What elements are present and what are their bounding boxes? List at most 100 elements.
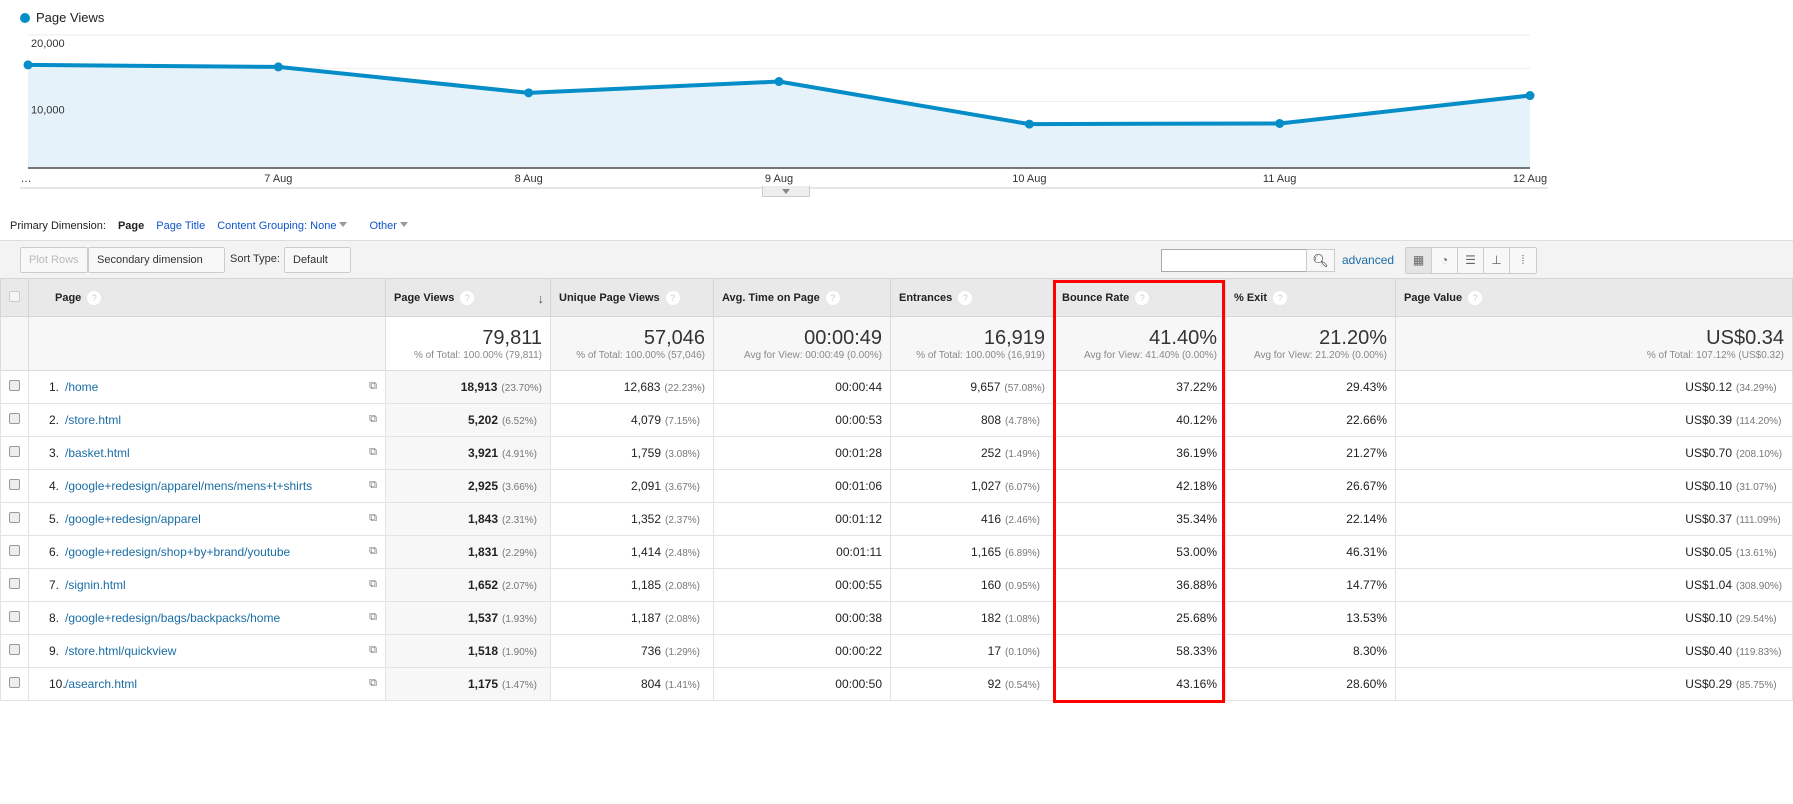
value: 1,187 <box>630 611 661 625</box>
page-link[interactable]: /asearch.html <box>65 677 137 691</box>
exit-cell: 26.67% <box>1225 469 1396 503</box>
value: 4,079 <box>630 413 661 427</box>
select-all-checkbox[interactable] <box>0 278 29 317</box>
summary-subtext: % of Total: 100.00% (57,046) <box>576 349 705 361</box>
column-avg-time[interactable]: Avg. Time on Page? <box>713 278 891 317</box>
page-cell: 6. /google+redesign/shop+by+brand/youtube… <box>28 535 386 569</box>
open-page-icon[interactable]: ⧉ <box>369 677 377 690</box>
open-page-icon[interactable]: ⧉ <box>369 611 377 624</box>
sort-descending-icon: ↓ <box>537 290 545 306</box>
dimension-other[interactable]: Other <box>369 220 408 232</box>
help-icon[interactable]: ? <box>1273 290 1288 305</box>
column-bounce-rate[interactable]: Bounce Rate? <box>1053 278 1226 317</box>
open-page-icon[interactable]: ⧉ <box>369 413 377 426</box>
percent: (2.29%) <box>502 548 538 559</box>
chart-collapse-toggle[interactable] <box>762 186 810 197</box>
value: US$0.70 <box>1685 446 1732 460</box>
secondary-dimension-dropdown[interactable]: Secondary dimension <box>88 247 225 285</box>
table-view-icon[interactable]: ▦ <box>1406 248 1432 273</box>
column-entrances[interactable]: Entrances? <box>890 278 1054 317</box>
page-link[interactable]: /store.html <box>65 413 121 427</box>
page-link[interactable]: /google+redesign/shop+by+brand/youtube <box>65 545 290 559</box>
row-checkbox[interactable] <box>0 601 29 635</box>
help-icon[interactable]: ? <box>1468 290 1483 305</box>
row-checkbox[interactable] <box>0 568 29 602</box>
value: 416 <box>980 512 1001 526</box>
page-value-cell: US$0.12 (34.29%) <box>1395 370 1793 404</box>
value: 1,831 <box>467 545 498 559</box>
page-link[interactable]: /home <box>65 380 98 394</box>
table-search-input[interactable] <box>1161 249 1307 272</box>
column-label: Page Value <box>1404 291 1463 304</box>
table-toolbar: Plot Rows Secondary dimension Sort Type:… <box>0 240 1793 285</box>
avg-time-cell: 00:00:55 <box>713 568 891 602</box>
help-icon[interactable]: ? <box>1135 290 1150 305</box>
row-checkbox[interactable] <box>0 634 29 668</box>
row-number: 9. <box>49 644 60 658</box>
help-icon[interactable]: ? <box>87 290 102 305</box>
value: 2,925 <box>467 479 498 493</box>
help-icon[interactable]: ? <box>958 290 973 305</box>
column-page[interactable]: Page? <box>28 278 386 317</box>
unique-page-views-cell: 4,079 (7.15%) <box>550 403 714 437</box>
search-button[interactable]: 🔍︎ <box>1306 249 1335 272</box>
open-page-icon[interactable]: ⧉ <box>369 545 377 558</box>
plot-rows-button[interactable]: Plot Rows <box>20 247 88 273</box>
column-exit[interactable]: % Exit? <box>1225 278 1396 317</box>
column-page-value[interactable]: Page Value? <box>1395 278 1793 317</box>
sort-type-label: Sort Type: <box>230 253 280 265</box>
performance-view-icon[interactable]: ☰ <box>1458 248 1484 273</box>
help-icon[interactable]: ? <box>460 290 475 305</box>
column-page-views[interactable]: Page Views? ↓ <box>385 278 551 317</box>
help-icon[interactable]: ? <box>665 290 680 305</box>
summary-cell: 57,046% of Total: 100.00% (57,046) <box>550 316 714 371</box>
row-checkbox[interactable] <box>0 667 29 701</box>
row-checkbox[interactable] <box>0 436 29 470</box>
row-checkbox[interactable] <box>0 535 29 569</box>
value: US$1.04 <box>1685 578 1732 592</box>
bounce-rate-cell: 36.88% <box>1053 568 1226 602</box>
page-cell: 10./asearch.html ⧉ <box>28 667 386 701</box>
column-unique-page-views[interactable]: Unique Page Views? <box>550 278 714 317</box>
page-link[interactable]: /google+redesign/apparel/mens/mens+t+shi… <box>65 479 312 493</box>
row-checkbox[interactable] <box>0 502 29 536</box>
open-page-icon[interactable]: ⧉ <box>369 578 377 591</box>
row-number: 8. <box>49 611 60 625</box>
page-link[interactable]: /store.html/quickview <box>65 644 176 658</box>
page-link[interactable]: /signin.html <box>65 578 126 592</box>
entrances-cell: 252 (1.49%) <box>890 436 1054 470</box>
percent: (2.37%) <box>665 515 701 526</box>
open-page-icon[interactable]: ⧉ <box>369 512 377 525</box>
dimension-page-title[interactable]: Page Title <box>156 220 205 232</box>
row-checkbox[interactable] <box>0 403 29 437</box>
percent: (1.93%) <box>502 614 538 625</box>
page-cell: 4. /google+redesign/apparel/mens/mens+t+s… <box>28 469 386 503</box>
comparison-view-icon[interactable]: ⊥ <box>1484 248 1510 273</box>
page-link[interactable]: /basket.html <box>65 446 130 460</box>
row-checkbox[interactable] <box>0 469 29 503</box>
row-checkbox[interactable] <box>0 370 29 404</box>
pie-view-icon[interactable]: ◔ <box>1432 248 1458 273</box>
summary-cell: 41.40% Avg for View: 41.40% (0.00%) <box>1053 316 1226 371</box>
percent: (31.07%) <box>1736 482 1777 493</box>
help-icon[interactable]: ? <box>825 290 840 305</box>
open-page-icon[interactable]: ⧉ <box>369 479 377 492</box>
value: 804 <box>640 677 661 691</box>
page-link[interactable]: /google+redesign/apparel <box>65 512 201 526</box>
sort-type-dropdown[interactable]: Default <box>284 247 351 285</box>
dimension-content-grouping[interactable]: Content Grouping: None <box>217 220 348 232</box>
table-row: 6. /google+redesign/shop+by+brand/youtube… <box>0 535 1793 569</box>
value: 92 <box>987 677 1001 691</box>
open-page-icon[interactable]: ⧉ <box>369 380 377 393</box>
summary-value: 00:00:49 <box>804 326 882 349</box>
open-page-icon[interactable]: ⧉ <box>369 644 377 657</box>
open-page-icon[interactable]: ⧉ <box>369 446 377 459</box>
table-row: 2. /store.html ⧉ 5,202 (6.52%) 4,079 (7.15%)… <box>0 403 1793 437</box>
dimension-page[interactable]: Page <box>118 220 144 232</box>
summary-value: 41.40% <box>1149 326 1217 349</box>
advanced-filter-link[interactable]: advanced <box>1342 253 1394 267</box>
pivot-view-icon[interactable]: ⦙ <box>1510 248 1536 273</box>
row-number: 5. <box>49 512 60 526</box>
page-link[interactable]: /google+redesign/bags/backpacks/home <box>65 611 280 625</box>
x-tick-label: 9 Aug <box>764 173 794 185</box>
